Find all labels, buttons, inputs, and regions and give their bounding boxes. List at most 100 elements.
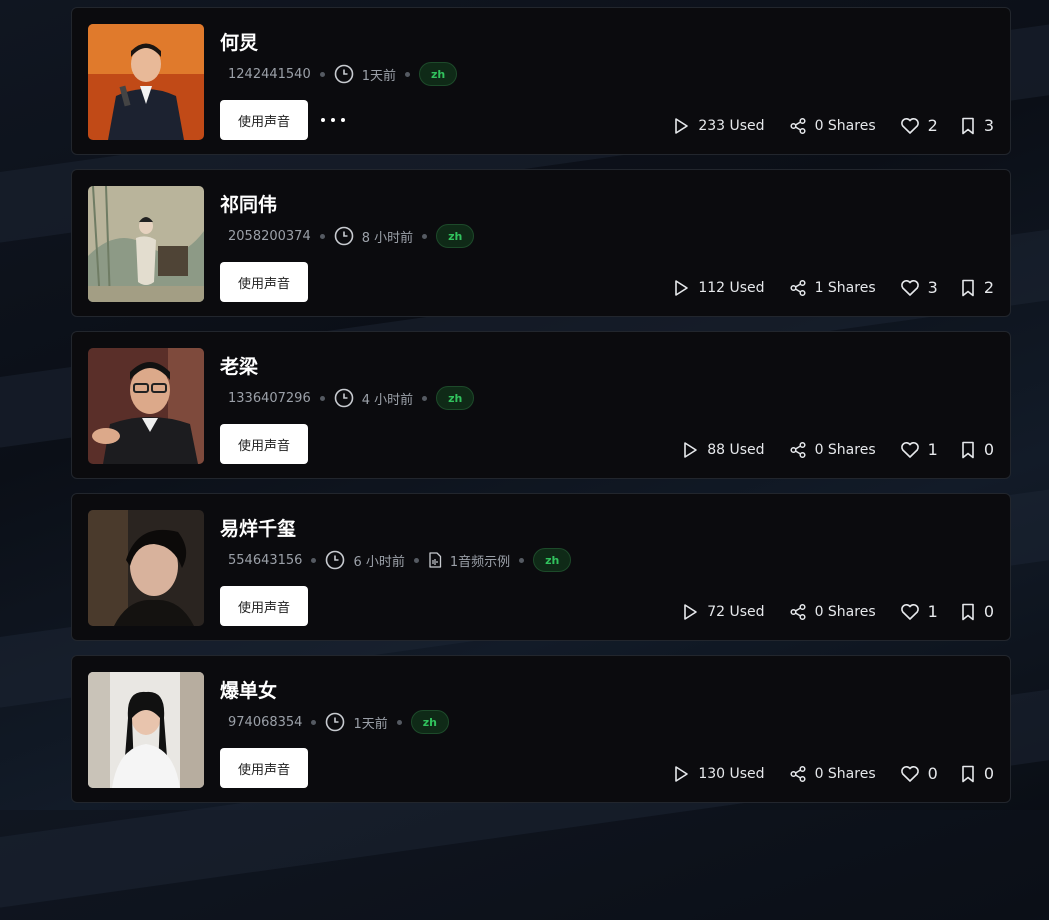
used-count[interactable]: 88 Used (681, 441, 765, 459)
voice-time: 6 小时前 (353, 554, 405, 570)
separator-dot (311, 557, 317, 563)
use-voice-button[interactable]: 使用声音 (220, 100, 308, 140)
separator-dot (319, 71, 325, 77)
voice-meta: 1242441540 1天前 zh (228, 61, 458, 87)
used-count[interactable]: 233 Used (672, 117, 765, 135)
use-voice-button[interactable]: 使用声音 (220, 748, 308, 788)
used-label: 112 Used (698, 279, 765, 296)
voice-name: 老梁 (220, 356, 259, 378)
voice-stats: 72 Used 0 Shares 1 0 (681, 602, 994, 621)
clock-icon (334, 226, 354, 246)
avatar[interactable] (88, 510, 204, 626)
saves-count: 0 (983, 602, 994, 621)
language-badge: zh (436, 386, 475, 410)
voice-meta: 974068354 1天前 zh (228, 709, 449, 735)
share-icon (789, 279, 807, 297)
like-button[interactable]: 0 (900, 764, 938, 783)
likes-count: 3 (927, 278, 938, 297)
heart-icon (900, 603, 920, 621)
like-button[interactable]: 1 (900, 440, 938, 459)
bookmark-icon (960, 117, 976, 135)
voice-name: 何炅 (220, 32, 259, 54)
bookmark-icon (960, 441, 976, 459)
play-icon (672, 117, 690, 135)
audio-samples: 1音频示例 (449, 554, 511, 570)
likes-count: 1 (927, 440, 938, 459)
voice-card[interactable]: 易烊千玺 554643156 6 小时前 1音频示例 zh 使用声音 72 Us… (71, 493, 1011, 641)
used-label: 130 Used (698, 765, 765, 782)
save-button[interactable]: 0 (960, 764, 994, 783)
voice-card[interactable]: 何炅 1242441540 1天前 zh 使用声音 233 Used 0 Sha… (71, 7, 1011, 155)
voice-stats: 233 Used 0 Shares 2 3 (672, 116, 994, 135)
voice-meta: 2058200374 8 小时前 zh (228, 223, 475, 249)
voice-name: 爆单女 (220, 680, 278, 702)
used-label: 233 Used (698, 117, 765, 134)
voice-stats: 130 Used 0 Shares 0 0 (672, 764, 994, 783)
heart-icon (900, 441, 920, 459)
like-button[interactable]: 2 (900, 116, 938, 135)
like-button[interactable]: 3 (900, 278, 938, 297)
play-icon (681, 603, 699, 621)
separator-dot (422, 233, 428, 239)
language-badge: zh (436, 224, 475, 248)
save-button[interactable]: 3 (960, 116, 994, 135)
used-count[interactable]: 130 Used (672, 765, 765, 783)
bookmark-icon (960, 279, 976, 297)
share-count[interactable]: 0 Shares (789, 765, 876, 783)
heart-icon (900, 279, 920, 297)
shares-label: 0 Shares (814, 603, 876, 620)
voice-time: 1天前 (361, 68, 396, 84)
language-badge: zh (410, 710, 449, 734)
like-button[interactable]: 1 (900, 602, 938, 621)
likes-count: 2 (927, 116, 938, 135)
voice-time: 8 小时前 (361, 230, 414, 246)
used-label: 88 Used (707, 441, 765, 458)
voice-card[interactable]: 祁同伟 2058200374 8 小时前 zh 使用声音 112 Used 1 … (71, 169, 1011, 317)
use-voice-button[interactable]: 使用声音 (220, 262, 308, 302)
share-icon (789, 441, 807, 459)
share-count[interactable]: 0 Shares (789, 117, 876, 135)
used-count[interactable]: 72 Used (681, 603, 765, 621)
avatar[interactable] (88, 186, 204, 302)
clock-icon (334, 388, 354, 408)
shares-label: 1 Shares (814, 279, 876, 296)
save-button[interactable]: 0 (960, 602, 994, 621)
used-count[interactable]: 112 Used (672, 279, 765, 297)
avatar[interactable] (88, 672, 204, 788)
share-icon (789, 117, 807, 135)
voice-card[interactable]: 爆单女 974068354 1天前 zh 使用声音 130 Used 0 Sha… (71, 655, 1011, 803)
save-button[interactable]: 0 (960, 440, 994, 459)
share-count[interactable]: 0 Shares (789, 603, 876, 621)
saves-count: 2 (983, 278, 994, 297)
voice-meta: 1336407296 4 小时前 zh (228, 385, 475, 411)
shares-label: 0 Shares (814, 441, 876, 458)
use-voice-button[interactable]: 使用声音 (220, 586, 308, 626)
audio-file-icon (428, 552, 442, 568)
shares-label: 0 Shares (814, 117, 876, 134)
avatar[interactable] (88, 24, 204, 140)
separator-dot (405, 71, 410, 77)
share-count[interactable]: 0 Shares (789, 441, 876, 459)
share-count[interactable]: 1 Shares (789, 279, 876, 297)
use-voice-button[interactable]: 使用声音 (220, 424, 308, 464)
separator-dot (519, 557, 525, 563)
play-icon (672, 765, 690, 783)
separator-dot (422, 395, 428, 401)
separator-dot (396, 719, 402, 725)
likes-count: 1 (927, 602, 938, 621)
voice-time: 4 小时前 (361, 392, 414, 408)
voice-stats: 112 Used 1 Shares 3 2 (672, 278, 994, 297)
play-icon (672, 279, 690, 297)
heart-icon (900, 117, 920, 135)
voice-id: 554643156 (228, 552, 303, 568)
share-icon (789, 765, 807, 783)
saves-count: 0 (983, 764, 994, 783)
voice-card[interactable]: 老梁 1336407296 4 小时前 zh 使用声音 88 Used 0 Sh… (71, 331, 1011, 479)
voice-stats: 88 Used 0 Shares 1 0 (681, 440, 994, 459)
voice-id: 974068354 (228, 714, 303, 730)
more-options-icon[interactable] (321, 112, 345, 128)
voice-meta: 554643156 6 小时前 1音频示例 zh (228, 547, 572, 573)
save-button[interactable]: 2 (960, 278, 994, 297)
saves-count: 3 (983, 116, 994, 135)
avatar[interactable] (88, 348, 204, 464)
